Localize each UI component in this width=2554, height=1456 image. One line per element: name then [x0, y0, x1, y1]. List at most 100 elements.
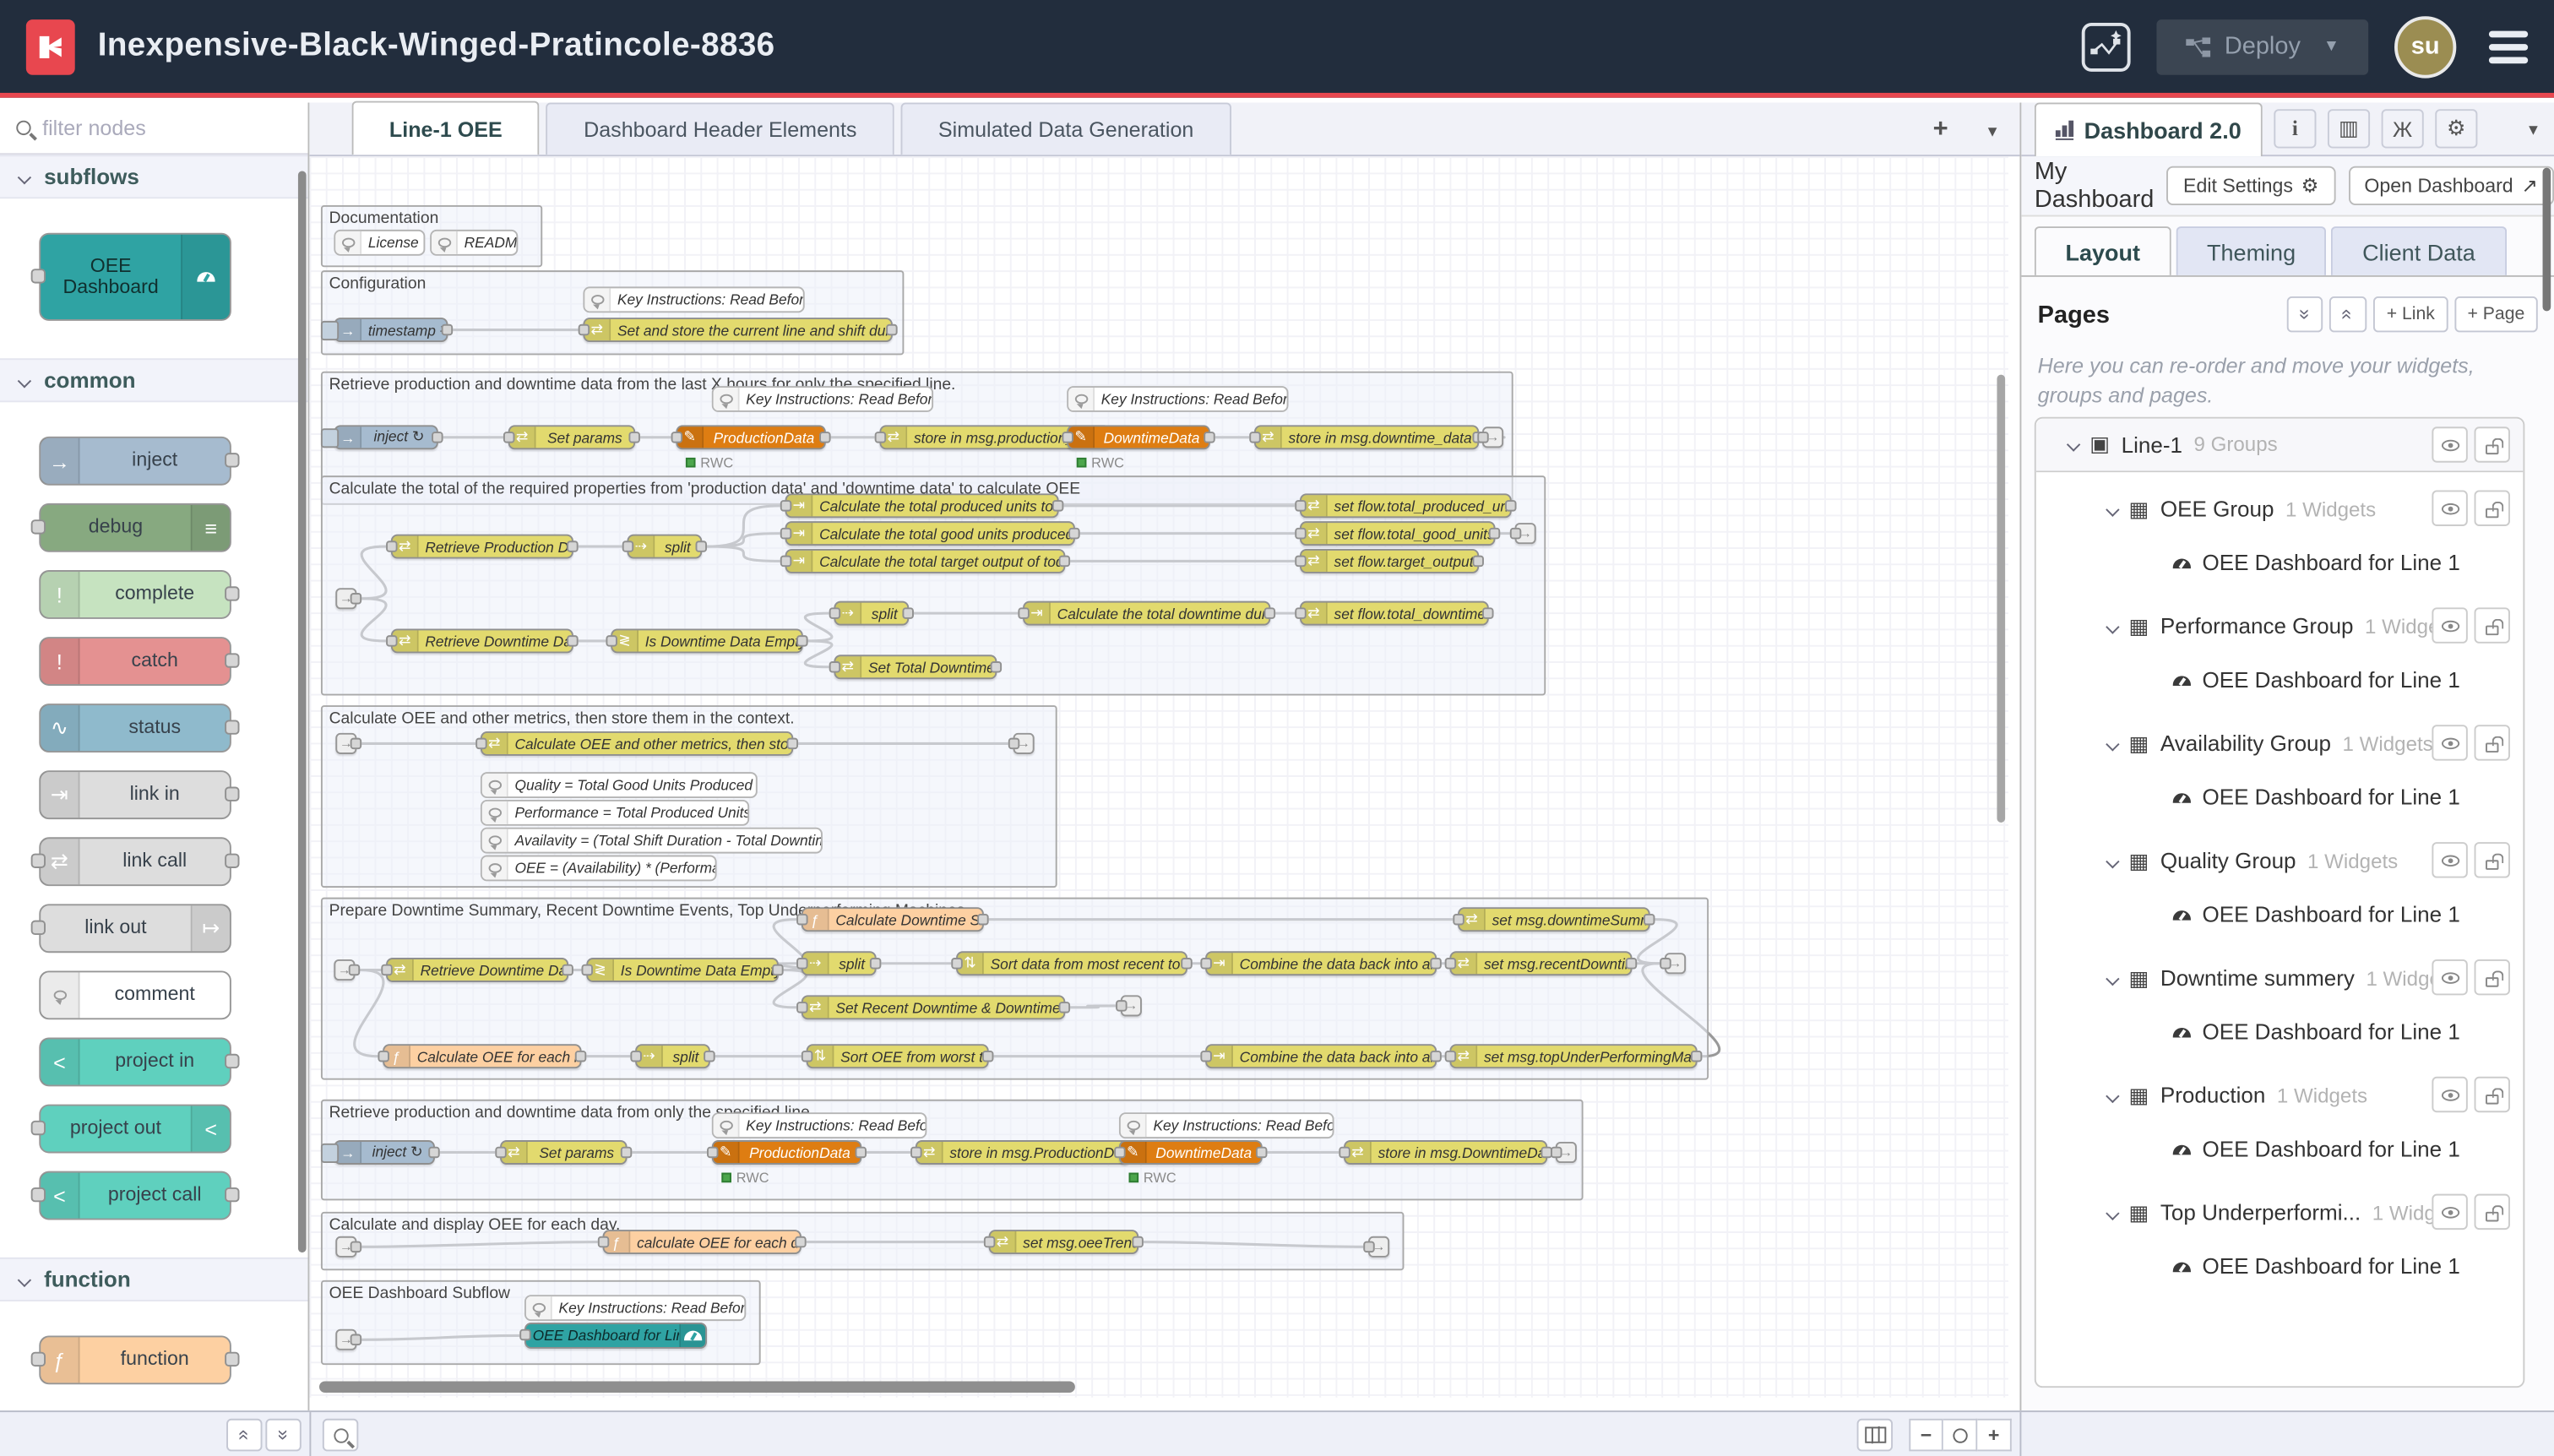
node-port-in[interactable]	[1200, 1050, 1212, 1062]
node-jn-Calculate-the-total-targ[interactable]: ⇥Calculate the total target output of to…	[785, 549, 1066, 573]
node-comment[interactable]: Key Instructions: Read Before Proceeding	[1119, 1112, 1334, 1138]
node-lo[interactable]: →	[1665, 953, 1686, 974]
node-lo[interactable]: →	[1482, 426, 1503, 448]
node-ch-Retrieve-Downtime-Data[interactable]: ⇄Retrieve Downtime Data	[386, 958, 568, 982]
palette-node-status[interactable]: ∿status	[39, 704, 231, 752]
node-port-in[interactable]	[1018, 606, 1030, 618]
tree-widget-row[interactable]: OEE Dashboard for Line 1	[2036, 1122, 2524, 1176]
node-port-in[interactable]	[1477, 431, 1489, 443]
palette-scrollbar[interactable]	[298, 171, 307, 1253]
node-port-out[interactable]	[1132, 1236, 1144, 1247]
node-port-in[interactable]	[829, 606, 841, 618]
node-port-in[interactable]	[1114, 1146, 1126, 1158]
node-port[interactable]	[225, 787, 239, 801]
zoom-in-button[interactable]: +	[1977, 1419, 2012, 1452]
add-link-button[interactable]: + Link	[2373, 296, 2448, 332]
lock-button[interactable]	[2475, 959, 2510, 995]
inject-button[interactable]	[321, 321, 339, 340]
node-port-out[interactable]	[567, 634, 579, 646]
node-port-out[interactable]	[1482, 606, 1494, 618]
node-port-out[interactable]	[1052, 499, 1064, 511]
node-port-in[interactable]	[780, 555, 792, 567]
node-jn-Calculate-the-total-good[interactable]: ⇥Calculate the total good units produced…	[785, 521, 1075, 546]
tab-dashboard-2[interactable]: Dashboard 2.0	[2035, 102, 2263, 156]
node-port-in[interactable]	[1249, 431, 1261, 443]
palette-category-common[interactable]: common	[0, 358, 308, 402]
node-ch-Retrieve-Downtime-Data[interactable]: ⇄Retrieve Downtime Data	[391, 628, 573, 653]
node-comment[interactable]: Key Instructions: Read Before Proceeding	[524, 1295, 746, 1321]
workspace-tab-Line-1-OEE[interactable]: Line-1 OEE	[352, 101, 540, 155]
node-port-out[interactable]	[350, 737, 362, 749]
lock-button[interactable]	[2475, 842, 2510, 877]
node-port-out[interactable]	[1489, 527, 1501, 539]
node-port-in[interactable]	[519, 1329, 531, 1341]
node-port[interactable]	[225, 1054, 239, 1068]
lock-button[interactable]	[2475, 607, 2510, 643]
node-port-in[interactable]	[386, 634, 398, 646]
node-port-in[interactable]	[622, 540, 634, 551]
node-port-out[interactable]	[1204, 431, 1215, 443]
edit-settings-button[interactable]: Edit Settings⚙	[2167, 166, 2335, 205]
node-in-inject-↻[interactable]: →inject ↻	[334, 1140, 435, 1165]
node-lo[interactable]: →	[1121, 995, 1142, 1016]
node-li[interactable]: →	[335, 1329, 356, 1350]
palette-category-function[interactable]: function	[0, 1258, 308, 1301]
node-port-out[interactable]	[350, 592, 362, 604]
node-comment[interactable]: Key Instructions: Read Before Proceeding	[583, 286, 804, 312]
node-st-Sort-OEE-from-worst-to-b[interactable]: ⇅Sort OEE from worst to best	[807, 1044, 989, 1068]
tree-group-row[interactable]: ▦Top Underperformi...1 Widgets	[2036, 1186, 2524, 1240]
node-ch-Set-Recent-Downtime-&-Do[interactable]: ⇄Set Recent Downtime & Downtime summery …	[802, 995, 1065, 1019]
node-port-out[interactable]	[796, 634, 808, 646]
node-port-in[interactable]	[1551, 1146, 1562, 1158]
node-port-out[interactable]	[628, 431, 640, 443]
node-port-out[interactable]	[1691, 1050, 1703, 1062]
sidebar-scrollbar[interactable]	[2543, 168, 2551, 312]
node-port-in[interactable]	[606, 634, 617, 646]
node-port[interactable]	[31, 269, 46, 283]
palette-node-project-call[interactable]: <project call	[39, 1171, 231, 1220]
node-sf-OEE-Dashboard-for-Line-1[interactable]: OEE Dashboard for Line 1	[524, 1323, 707, 1349]
node-port-in[interactable]	[802, 1050, 813, 1062]
node-port-out[interactable]	[870, 957, 882, 969]
workspace-tab-Simulated-Data-Generation[interactable]: Simulated Data Generation	[901, 103, 1231, 155]
node-lo[interactable]: →	[1368, 1236, 1389, 1258]
node-sw-Is-Downtime-Data-Empty?[interactable]: ≷Is Downtime Data Empty?	[611, 628, 803, 653]
node-port-in[interactable]	[475, 737, 487, 749]
node-port[interactable]	[225, 653, 239, 667]
node-comment[interactable]: OEE = (Availability) * (Performance) * (…	[481, 856, 717, 882]
node-port-out[interactable]	[902, 606, 914, 618]
node-port-in[interactable]	[1295, 555, 1307, 567]
visibility-eye-button[interactable]	[2432, 1077, 2467, 1112]
canvas-search-button[interactable]	[323, 1419, 358, 1452]
node-port-in[interactable]	[829, 660, 841, 672]
node-jn-Combine-the-data-back-in[interactable]: ⇥Combine the data back into an array.	[1205, 1044, 1437, 1068]
visibility-eye-button[interactable]	[2432, 959, 2467, 995]
node-port-out[interactable]	[621, 1146, 633, 1158]
node-ch-set-msg.downtimeSummery[interactable]: ⇄set msg.downtimeSummery	[1458, 907, 1650, 932]
node-port-out[interactable]	[772, 964, 784, 975]
node-port-in[interactable]	[1453, 913, 1464, 925]
node-port-in[interactable]	[1339, 1146, 1350, 1158]
add-flow-button[interactable]: +	[1933, 116, 1948, 145]
deploy-dropdown-icon[interactable]: ▼	[2323, 37, 2339, 55]
lock-button[interactable]	[2475, 491, 2510, 526]
node-port-in[interactable]	[579, 323, 590, 335]
node-comment[interactable]: Availavity = (Total Shift Duration - Tot…	[481, 828, 823, 854]
flow-list-dropdown-icon[interactable]: ▾	[1988, 121, 1997, 142]
node-sp-split[interactable]: ⇢split	[628, 535, 703, 559]
zoom-out-button[interactable]: −	[1909, 1419, 1943, 1452]
node-port-out[interactable]	[704, 1050, 715, 1062]
palette-filter[interactable]: filter nodes	[0, 103, 308, 155]
tree-widget-row[interactable]: OEE Dashboard for Line 1	[2036, 1240, 2524, 1294]
visibility-eye-button[interactable]	[2432, 1194, 2467, 1230]
node-port-out[interactable]	[428, 1146, 440, 1158]
node-port[interactable]	[225, 720, 239, 734]
node-ch-set-flow.total_good_unit[interactable]: ⇄set flow.total_good_units	[1300, 521, 1495, 546]
node-port-in[interactable]	[875, 431, 887, 443]
node-port-in[interactable]	[386, 540, 398, 551]
node-port-out[interactable]	[350, 1334, 362, 1345]
palette-node-inject[interactable]: →inject	[39, 437, 231, 486]
visibility-eye-button[interactable]	[2432, 426, 2467, 462]
node-port-out[interactable]	[442, 323, 454, 335]
node-st-Sort-data-from-most-rece[interactable]: ⇅Sort data from most recent to oldest	[956, 951, 1187, 975]
